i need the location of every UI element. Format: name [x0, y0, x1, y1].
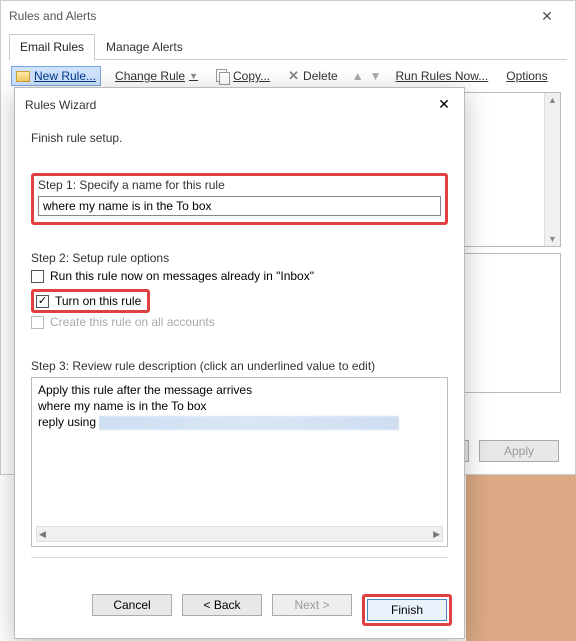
- highlight-step1: Step 1: Specify a name for this rule: [31, 173, 448, 225]
- opt-run-now-label: Run this rule now on messages already in…: [50, 269, 314, 283]
- desc-line-prefix: reply using: [38, 415, 99, 429]
- wizard-instruction: Finish rule setup.: [31, 131, 448, 145]
- move-arrows: ▲ ▼: [352, 69, 382, 83]
- titlebar: Rules and Alerts ✕: [1, 1, 575, 31]
- desc-line: where my name is in the To box: [38, 398, 441, 414]
- new-rule-button[interactable]: New Rule...: [11, 66, 101, 86]
- tab-email-rules[interactable]: Email Rules: [9, 34, 95, 60]
- apply-button: Apply: [479, 440, 559, 462]
- highlight-finish: Finish: [362, 594, 452, 626]
- new-rule-label: New Rule...: [34, 69, 96, 83]
- background-accent: [466, 471, 576, 641]
- step2-group: Step 2: Setup rule options Run this rule…: [31, 251, 448, 331]
- new-rule-icon: [16, 71, 30, 82]
- opt-all-accounts-label: Create this rule on all accounts: [50, 315, 215, 329]
- change-rule-label: Change Rule: [115, 69, 185, 83]
- step3-group: Step 3: Review rule description (click a…: [31, 359, 448, 547]
- rule-description-preview[interactable]: Apply this rule after the message arrive…: [31, 377, 448, 547]
- wizard-footer: Cancel < Back Next > Finish: [15, 594, 464, 638]
- desc-line: Apply this rule after the message arrive…: [38, 382, 441, 398]
- tab-manage-alerts[interactable]: Manage Alerts: [95, 34, 194, 60]
- wizard-title: Rules Wizard: [25, 98, 434, 112]
- next-button: Next >: [272, 594, 352, 616]
- delete-label: Delete: [303, 69, 338, 83]
- step3-label: Step 3: Review rule description (click a…: [31, 359, 448, 373]
- opt-run-now[interactable]: Run this rule now on messages already in…: [31, 269, 448, 283]
- wizard-titlebar: Rules Wizard ✕: [15, 88, 464, 125]
- checkbox-icon: [31, 316, 44, 329]
- separator: [31, 557, 448, 558]
- move-up-icon[interactable]: ▲: [352, 69, 364, 83]
- desc-line: reply using: [38, 414, 441, 430]
- step1-label: Step 1: Specify a name for this rule: [38, 178, 441, 192]
- cancel-button[interactable]: Cancel: [92, 594, 172, 616]
- checkbox-icon[interactable]: [31, 270, 44, 283]
- finish-button[interactable]: Finish: [367, 599, 447, 621]
- checkbox-icon[interactable]: [36, 295, 49, 308]
- opt-turn-on-label: Turn on this rule: [55, 294, 141, 308]
- delete-button[interactable]: ✕ Delete: [284, 66, 342, 86]
- copy-icon: [216, 69, 229, 83]
- opt-turn-on[interactable]: Turn on this rule: [36, 294, 141, 308]
- rules-wizard-dialog: Rules Wizard ✕ Finish rule setup. Step 1…: [14, 87, 465, 639]
- move-down-icon[interactable]: ▼: [370, 69, 382, 83]
- chevron-down-icon: ▼: [189, 71, 198, 81]
- rule-name-input[interactable]: [38, 196, 441, 216]
- copy-label: Copy...: [233, 69, 270, 83]
- scrollbar-vertical[interactable]: [544, 93, 560, 246]
- delete-icon: ✕: [288, 68, 299, 84]
- run-rules-now-button[interactable]: Run Rules Now...: [392, 67, 493, 85]
- scrollbar-horizontal[interactable]: ◀▶: [36, 526, 443, 542]
- change-rule-button[interactable]: Change Rule ▼: [111, 67, 202, 85]
- redacted-value[interactable]: [99, 416, 399, 430]
- back-button[interactable]: < Back: [182, 594, 262, 616]
- window-title: Rules and Alerts: [9, 9, 527, 23]
- close-icon[interactable]: ✕: [527, 8, 567, 25]
- copy-button[interactable]: Copy...: [212, 67, 274, 85]
- tab-strip: Email Rules Manage Alerts: [9, 33, 567, 60]
- highlight-turn-on: Turn on this rule: [31, 289, 150, 313]
- step2-label: Step 2: Setup rule options: [31, 251, 448, 265]
- opt-all-accounts: Create this rule on all accounts: [31, 315, 448, 329]
- close-icon[interactable]: ✕: [434, 96, 454, 113]
- toolbar: New Rule... Change Rule ▼ Copy... ✕ Dele…: [11, 66, 565, 86]
- options-button[interactable]: Options: [502, 67, 551, 85]
